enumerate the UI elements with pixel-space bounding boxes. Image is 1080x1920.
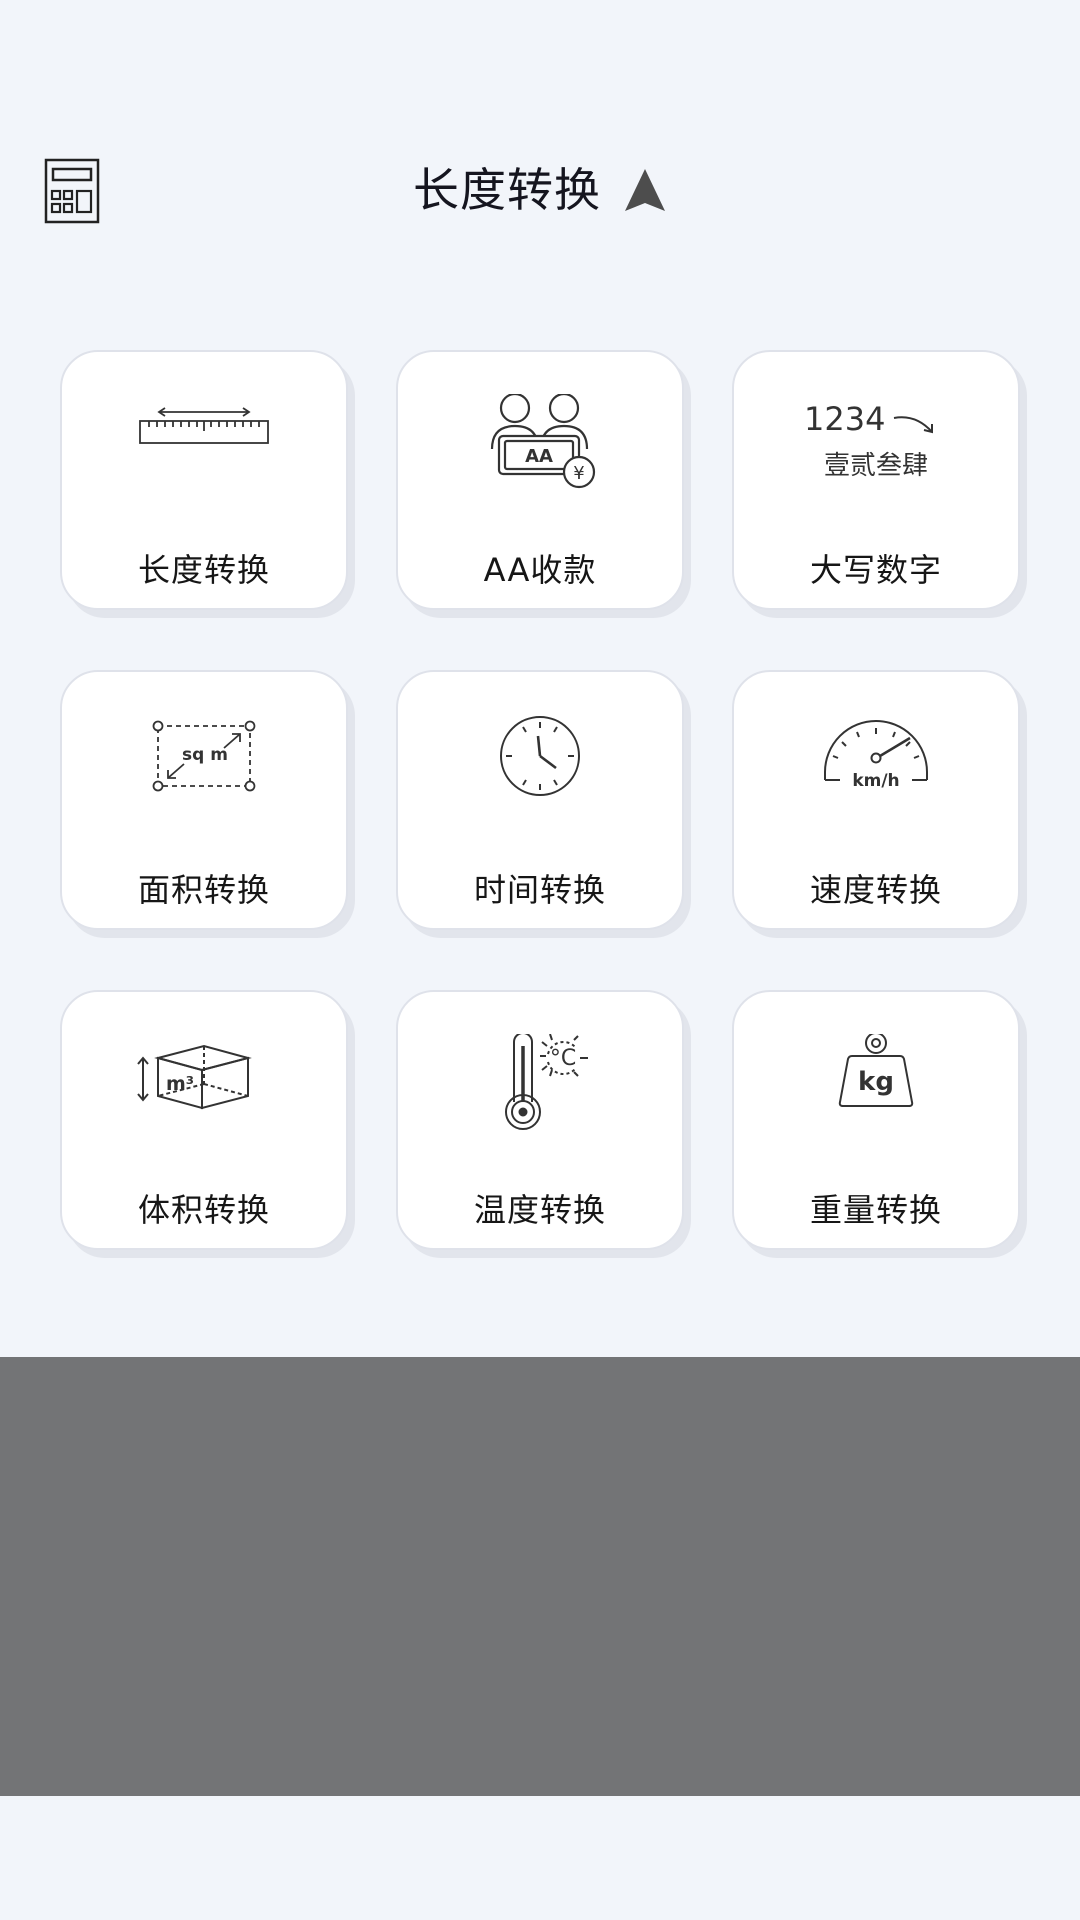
tool-card-temperature[interactable]: °C 温度转换 [396,990,684,1250]
thermometer-icon: °C [505,1034,588,1130]
volume-cube-icon: m³ [137,1044,252,1110]
uppercase-number-icon: 1234 壹贰叁肆 [804,400,933,481]
tool-card-speed[interactable]: km/h 速度转换 [732,670,1020,930]
weight-icon: kg [838,1034,914,1107]
tool-grid: 长度转换 AA ¥ AA收款 1234 壹贰叁肆 大写数字 sq m 面积转换 … [60,350,1022,1250]
svg-text:¥: ¥ [573,463,584,484]
tool-card-weight[interactable]: kg 重量转换 [732,990,1020,1250]
tool-card-volume[interactable]: m³ 体积转换 [60,990,348,1250]
tool-label: 大写数字 [809,551,942,589]
tool-label: AA收款 [483,551,597,589]
svg-text:AA: AA [525,446,553,467]
tool-label: 时间转换 [473,871,606,909]
speedometer-icon: km/h [824,720,928,791]
icon-number-text: 1234 [804,400,885,438]
ruler-icon [139,407,269,444]
tool-label: 速度转换 [809,871,942,909]
page-title: 长度转换 [413,163,601,217]
tool-label: 面积转换 [137,871,270,909]
tool-label: 体积转换 [137,1191,270,1229]
tool-card-uppercase-number[interactable]: 1234 壹贰叁肆 大写数字 [732,350,1020,610]
icon-chinese-number-text: 壹贰叁肆 [824,451,928,481]
tool-label: 重量转换 [809,1191,942,1229]
icon-weight-unit: kg [858,1067,894,1097]
converter-selector[interactable]: 长度转换 [0,158,1080,222]
tool-label: 长度转换 [137,551,270,589]
tool-card-area[interactable]: sq m 面积转换 [60,670,348,930]
tool-card-time[interactable]: 时间转换 [396,670,684,930]
clock-icon [500,716,580,796]
app-header: 长度转换 [0,140,1080,240]
ad-placeholder [0,1357,1080,1796]
navigation-arrow-icon [625,169,665,211]
icon-temperature-unit: °C [550,1046,576,1071]
icon-volume-unit: m³ [166,1073,194,1095]
tool-card-aa-payment[interactable]: AA ¥ AA收款 [396,350,684,610]
icon-area-unit: sq m [182,745,228,765]
aa-payment-icon: AA ¥ [490,394,596,489]
tool-label: 温度转换 [473,1191,606,1229]
area-icon: sq m [152,720,256,792]
tool-card-length[interactable]: 长度转换 [60,350,348,610]
icon-speed-unit: km/h [852,771,899,791]
